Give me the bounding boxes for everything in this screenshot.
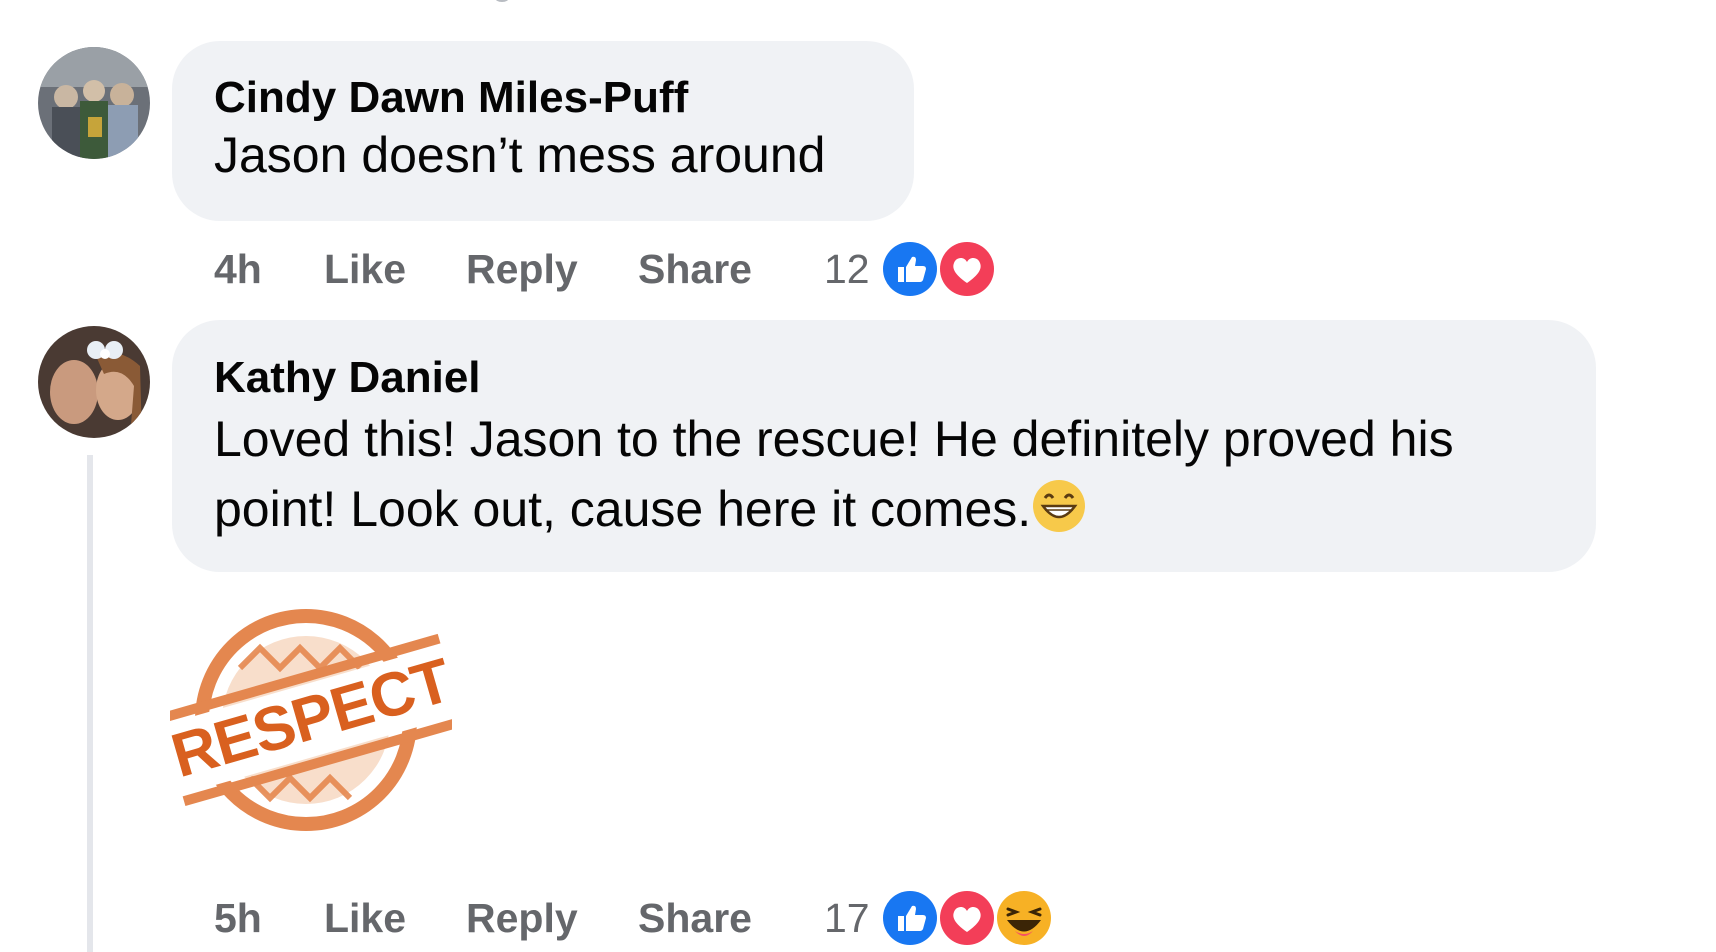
- avatar-cindy[interactable]: [38, 47, 150, 159]
- like-reaction-icon[interactable]: [879, 887, 941, 949]
- comment-actions: 5h Like Reply Share 17: [214, 887, 1114, 949]
- comment-author[interactable]: Cindy Dawn Miles-Puff: [214, 72, 914, 124]
- comment-text-fragment: point! Look out, cause here it comes.: [214, 481, 1032, 537]
- reaction-count[interactable]: 12: [824, 246, 870, 293]
- comment-timestamp[interactable]: 4h: [214, 246, 262, 293]
- reply-button[interactable]: Reply: [466, 895, 578, 942]
- respect-stamp-sticker[interactable]: RESPECT: [164, 598, 458, 838]
- reaction-count[interactable]: 17: [824, 895, 870, 942]
- avatar-kathy[interactable]: [38, 326, 150, 438]
- love-reaction-icon[interactable]: [936, 238, 998, 300]
- share-button[interactable]: Share: [638, 895, 752, 942]
- comment-timestamp[interactable]: 5h: [214, 895, 262, 942]
- comment-thread: Cindy Dawn Miles-Puff Jason doesn’t mess…: [0, 0, 1716, 952]
- love-reaction-icon[interactable]: [936, 887, 998, 949]
- comment-author[interactable]: Kathy Daniel: [214, 352, 1596, 404]
- comment-bubble: Kathy Daniel Loved this! Jason to the re…: [172, 320, 1596, 572]
- grinning-face-emoji-icon: [1031, 478, 1087, 534]
- like-reaction-icon[interactable]: [879, 238, 941, 300]
- comment-text-line: point! Look out, cause here it comes.: [214, 474, 1596, 544]
- reply-thread-line: [87, 455, 93, 952]
- haha-reaction-icon[interactable]: [993, 887, 1055, 949]
- comment-text: Jason doesn’t mess around: [214, 127, 826, 183]
- reply-button[interactable]: Reply: [466, 246, 578, 293]
- like-button[interactable]: Like: [324, 246, 406, 293]
- comment-text-line: Loved this! Jason to the rescue! He defi…: [214, 411, 1454, 467]
- comment-bubble: Cindy Dawn Miles-Puff Jason doesn’t mess…: [172, 41, 914, 221]
- like-button[interactable]: Like: [324, 895, 406, 942]
- scroll-cutoff-element: [495, 0, 509, 2]
- comment-actions: 4h Like Reply Share 12: [214, 238, 1014, 300]
- share-button[interactable]: Share: [638, 246, 752, 293]
